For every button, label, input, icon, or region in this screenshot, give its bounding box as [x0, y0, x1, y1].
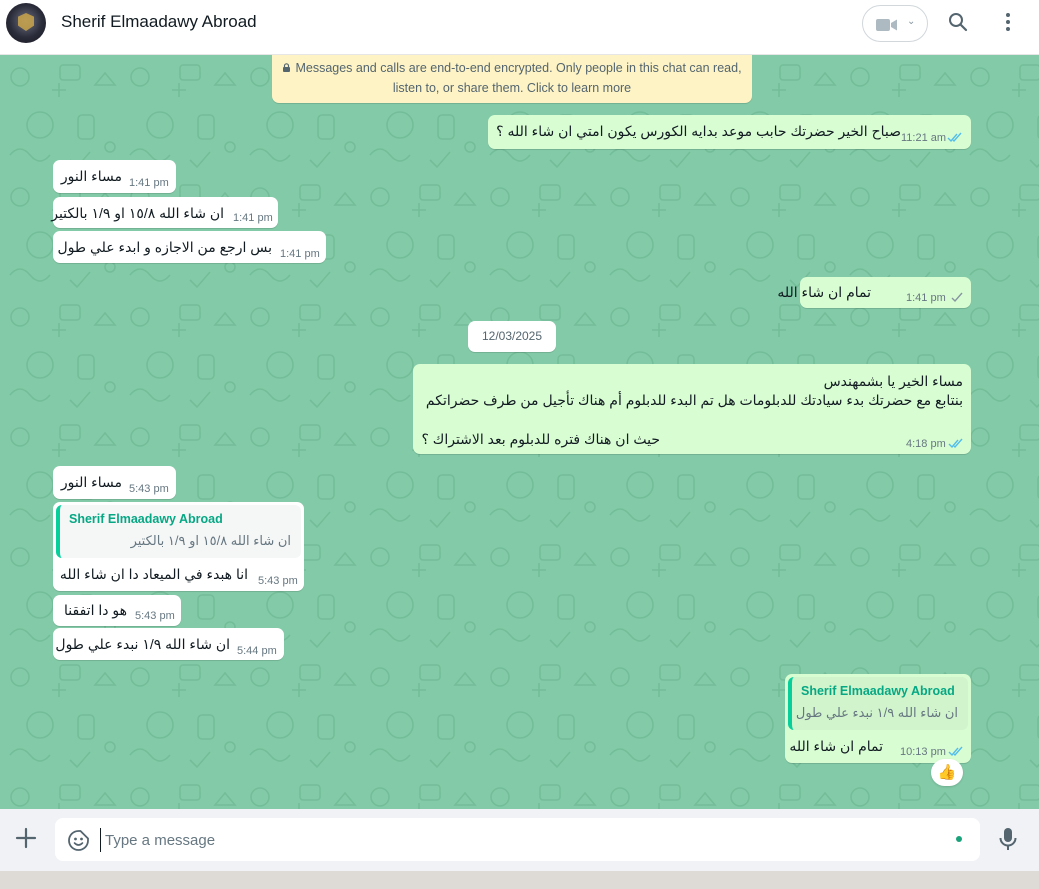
avatar[interactable]: [6, 3, 46, 43]
message-bubble-incoming[interactable]: مساء النور 1:41 pm: [53, 160, 176, 193]
encryption-text-line2: listen to, or share them. Click to learn…: [392, 81, 632, 95]
message-text: صباح الخير حضرتك حابب موعد بدايه الكورس …: [496, 123, 901, 139]
encryption-notice[interactable]: Messages and calls are end-to-end encryp…: [272, 55, 752, 103]
menu-icon[interactable]: [1001, 12, 1015, 32]
message-time: 1:41 pm: [906, 292, 946, 304]
message-bubble-outgoing[interactable]: مساء الخير يا بشمهندس بنتابع مع حضرتك بد…: [413, 364, 971, 454]
message-time: 5:43 pm: [129, 483, 169, 495]
message-bubble-incoming[interactable]: ان شاء الله ١/٩ نبدء علي طول 5:44 pm: [53, 628, 284, 660]
message-bubble-outgoing[interactable]: تمام ان شاء الله 1:41 pm: [777, 277, 971, 308]
message-time: 5:43 pm: [135, 610, 175, 622]
message-bubble-incoming[interactable]: ان شاء الله ١٥/٨ او ١/٩ بالكتير 1:41 pm: [51, 197, 278, 228]
date-separator: 12/03/2025: [468, 321, 556, 352]
message-text: هو دا اتفقنا: [64, 602, 127, 618]
message-line: مساء الخير يا بشمهندس: [823, 373, 963, 389]
message-text: مساء النور: [60, 168, 122, 184]
message-time: 1:41 pm: [129, 177, 169, 189]
read-ticks-icon: [948, 746, 963, 757]
window-bottom-strip: [0, 871, 1039, 889]
message-time: 5:43 pm: [258, 575, 298, 587]
message-line: بنتابع مع حضرتك بدء سيادتك للدبلومات هل …: [425, 392, 963, 408]
message-text: بس ارجع من الاجازه و ابدء علي طول: [57, 239, 272, 255]
message-time: 5:44 pm: [237, 645, 277, 657]
message-time: 1:41 pm: [233, 212, 273, 224]
message-text: تمام ان شاء الله: [777, 284, 871, 300]
message-bubble-incoming-reply[interactable]: Sherif Elmaadawy Abroad ان شاء الله ١٥/٨…: [53, 502, 304, 591]
message-bubble-incoming[interactable]: بس ارجع من الاجازه و ابدء علي طول 1:41 p…: [53, 231, 326, 263]
message-text: تمام ان شاء الله: [789, 738, 883, 754]
quote-author: Sherif Elmaadawy Abroad: [801, 684, 955, 698]
composer-bar: [0, 809, 1039, 871]
video-call-button[interactable]: ⌄: [862, 5, 928, 42]
quoted-message[interactable]: Sherif Elmaadawy Abroad ان شاء الله ١٥/٨…: [56, 505, 301, 558]
quote-text: ان شاء الله ١٥/٨ او ١/٩ بالكتير: [130, 533, 291, 548]
read-ticks-icon: [948, 438, 963, 449]
message-text: انا هبدء في الميعاد دا ان شاء الله: [59, 566, 248, 582]
quote-text: ان شاء الله ١/٩ نبدء علي طول: [795, 705, 958, 720]
status-dot-icon: [956, 836, 962, 842]
mic-icon[interactable]: [998, 827, 1018, 853]
avatar-crest: [18, 13, 34, 31]
message-time: 1:41 pm: [280, 248, 320, 260]
message-bubble-incoming[interactable]: هو دا اتفقنا 5:43 pm: [53, 595, 181, 626]
message-line: حيث ان هناك فتره للدبلوم بعد الاشتراك ؟: [421, 431, 660, 447]
message-input[interactable]: [100, 828, 920, 852]
chat-header: Sherif Elmaadawy Abroad ⌄: [0, 0, 1039, 55]
plus-icon[interactable]: [14, 826, 38, 850]
encryption-text-line1: Messages and calls are end-to-end encryp…: [295, 61, 742, 75]
delivered-tick-icon: [951, 292, 963, 303]
lock-icon: [283, 63, 291, 72]
message-text: مساء النور: [60, 474, 122, 490]
contact-name[interactable]: Sherif Elmaadawy Abroad: [61, 12, 257, 32]
message-text: ان شاء الله ١/٩ نبدء علي طول: [55, 636, 230, 652]
message-time: 11:21 am: [901, 132, 947, 144]
read-ticks-icon: [947, 132, 962, 143]
message-input-container[interactable]: [55, 818, 980, 861]
search-icon[interactable]: [948, 12, 968, 32]
quote-author: Sherif Elmaadawy Abroad: [69, 512, 223, 526]
chat-area[interactable]: Messages and calls are end-to-end encryp…: [0, 55, 1039, 809]
sticker-icon[interactable]: [67, 829, 90, 852]
thumbs-up-reaction[interactable]: 👍: [931, 759, 963, 786]
quoted-message[interactable]: Sherif Elmaadawy Abroad ان شاء الله ١/٩ …: [788, 677, 968, 730]
video-call-icon: [876, 19, 897, 31]
message-bubble-outgoing[interactable]: صباح الخير حضرتك حابب موعد بدايه الكورس …: [488, 115, 971, 149]
chevron-down-icon: ⌄: [907, 16, 916, 27]
message-time: 4:18 pm: [906, 438, 946, 450]
message-bubble-incoming[interactable]: مساء النور 5:43 pm: [53, 466, 176, 499]
message-time: 10:13 pm: [900, 746, 946, 758]
message-text: ان شاء الله ١٥/٨ او ١/٩ بالكتير: [51, 205, 224, 221]
message-bubble-outgoing-reply[interactable]: Sherif Elmaadawy Abroad ان شاء الله ١/٩ …: [785, 674, 971, 763]
